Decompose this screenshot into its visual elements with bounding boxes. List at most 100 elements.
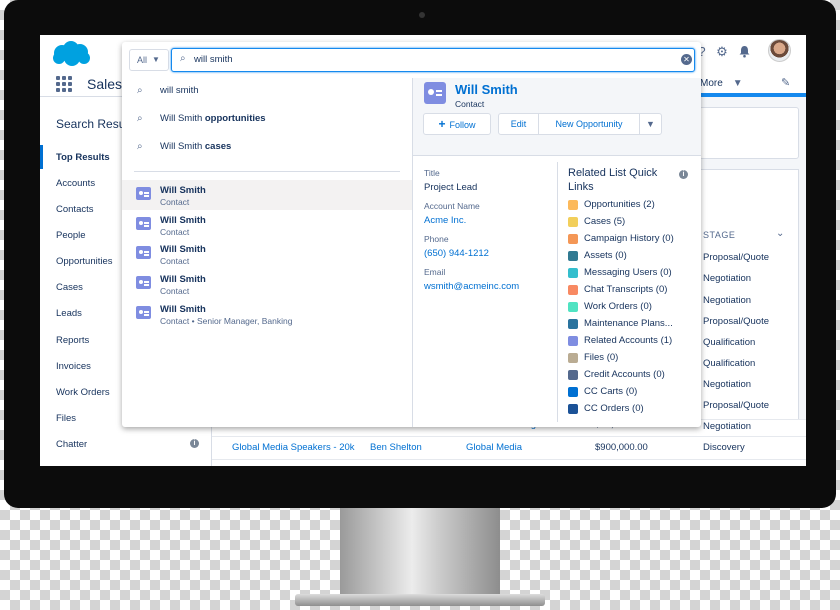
sidebar-item-invoices[interactable]: Invoices xyxy=(56,361,91,372)
clear-search-icon[interactable]: ✕ xyxy=(681,54,692,65)
related-link-label: Work Orders (0) xyxy=(584,301,652,312)
stage-cell: Negotiation xyxy=(703,379,752,390)
stage-cell: Proposal/Quote xyxy=(703,316,770,327)
stage-cell: Negotiation xyxy=(703,273,752,284)
account-link[interactable]: Global Media xyxy=(466,442,522,453)
app-launcher-icon[interactable] xyxy=(56,76,72,92)
nav-more-menu[interactable]: More ▼ xyxy=(700,78,743,89)
related-object-icon xyxy=(568,370,578,380)
chevron-down-icon[interactable]: ⌄ xyxy=(776,228,784,239)
search-icon: ⌕ xyxy=(137,85,143,96)
gear-icon[interactable]: ⚙ xyxy=(715,45,729,59)
record-sub: Contact xyxy=(160,256,190,266)
sidebar-item-chatter[interactable]: Chatter xyxy=(56,439,87,450)
suggestion-text: will smith xyxy=(160,85,199,96)
avatar[interactable] xyxy=(768,39,791,62)
sidebar-item-accounts[interactable]: Accounts xyxy=(56,178,95,189)
screen: Sales ? ⚙ More ▼ ✎ Search Resu Top Result… xyxy=(40,35,806,466)
related-link-label: Opportunities (2) xyxy=(584,199,655,210)
app-name: Sales xyxy=(87,76,123,92)
suggestion-item[interactable]: ⌕ Will Smith opportunities xyxy=(122,106,412,134)
salesforce-cloud-logo[interactable] xyxy=(50,39,92,69)
record-item[interactable]: Will Smith Contact xyxy=(122,239,412,269)
preview-name-link[interactable]: Will Smith xyxy=(455,82,518,97)
owner-link[interactable]: Ben Shelton xyxy=(370,442,422,453)
sidebar-item-top-results[interactable]: Top Results xyxy=(56,152,110,163)
related-object-icon xyxy=(568,319,578,329)
stage-column-header[interactable]: STAGE xyxy=(703,230,735,240)
related-object-icon xyxy=(568,336,578,346)
preview-column-divider xyxy=(557,162,558,422)
record-item[interactable]: Will Smith Contact xyxy=(122,210,412,240)
contact-icon xyxy=(136,246,151,259)
edit-nav-icon[interactable]: ✎ xyxy=(781,76,790,89)
search-input[interactable] xyxy=(194,54,654,65)
related-link-label: Related Accounts (1) xyxy=(584,335,673,346)
related-link-label: CC Orders (0) xyxy=(584,403,644,414)
search-icon: ⌕ xyxy=(180,53,186,64)
related-object-icon xyxy=(568,387,578,397)
contact-icon xyxy=(136,276,151,289)
record-sub: Contact xyxy=(160,286,190,296)
more-actions-dropdown[interactable]: ▼ xyxy=(639,113,662,135)
sidebar-item-cases[interactable]: Cases xyxy=(56,282,83,293)
record-item[interactable]: Will Smith Contact xyxy=(122,180,412,210)
record-preview-pane: Will Smith Contact + Follow Edit New Oppo… xyxy=(413,78,701,427)
search-box[interactable]: ⌕ ✕ xyxy=(171,48,695,72)
record-sub: Contact • Senior Manager, Banking xyxy=(160,316,293,326)
related-link-label: Campaign History (0) xyxy=(584,233,674,244)
search-icon: ⌕ xyxy=(137,113,143,124)
related-link-label: Credit Accounts (0) xyxy=(584,369,665,380)
info-icon[interactable]: i xyxy=(190,439,199,448)
info-icon[interactable]: i xyxy=(679,170,688,179)
sidebar-item-opportunities[interactable]: Opportunities xyxy=(56,256,113,267)
field-label: Email xyxy=(424,267,446,277)
preview-header: Will Smith Contact + Follow Edit New Oppo… xyxy=(413,78,701,156)
related-link-label: Assets (0) xyxy=(584,250,627,261)
sidebar-title: Search Resu xyxy=(56,117,126,131)
stage-cell: Qualification xyxy=(703,337,756,348)
related-link-label: Cases (5) xyxy=(584,216,626,227)
phone-link[interactable]: (650) 944-1212 xyxy=(424,248,489,259)
suggestion-item[interactable]: ⌕ will smith xyxy=(122,78,412,106)
sidebar-item-reports[interactable]: Reports xyxy=(56,335,89,346)
sidebar-item-leads[interactable]: Leads xyxy=(56,308,82,319)
stage-cell: Proposal/Quote xyxy=(703,400,770,411)
chevron-down-icon: ▼ xyxy=(646,119,655,129)
record-item[interactable]: Will Smith Contact • Senior Manager, Ban… xyxy=(122,299,412,329)
related-link-label: Messaging Users (0) xyxy=(584,267,672,278)
related-object-icon xyxy=(568,251,578,261)
suggestion-item[interactable]: ⌕ Will Smith cases xyxy=(122,134,412,162)
sidebar-item-work-orders[interactable]: Work Orders xyxy=(56,387,110,398)
record-sub: Contact xyxy=(160,227,190,237)
opportunity-name-link[interactable]: Global Media Speakers - 20k xyxy=(232,442,355,453)
results-card-table xyxy=(699,169,799,459)
chevron-down-icon: ▼ xyxy=(152,55,160,64)
related-object-icon xyxy=(568,404,578,414)
related-object-icon xyxy=(568,285,578,295)
search-scope-select[interactable]: All xyxy=(129,49,169,71)
record-sub: Contact xyxy=(160,197,190,207)
sidebar-item-files[interactable]: Files xyxy=(56,413,76,424)
stage-cell: Proposal/Quote xyxy=(703,252,770,263)
results-card-top xyxy=(699,107,799,159)
new-opportunity-button[interactable]: New Opportunity xyxy=(538,113,640,135)
record-item[interactable]: Will Smith Contact xyxy=(122,269,412,299)
sidebar-item-contacts[interactable]: Contacts xyxy=(56,204,94,215)
email-link[interactable]: wsmith@acmeinc.com xyxy=(424,281,519,292)
contact-icon xyxy=(136,187,151,200)
follow-button[interactable]: + Follow xyxy=(423,113,491,135)
divider xyxy=(134,171,400,172)
record-name: Will Smith xyxy=(160,244,206,255)
search-suggestions-pane: ⌕ will smith ⌕ Will Smith opportunities … xyxy=(122,78,412,427)
account-name-link[interactable]: Acme Inc. xyxy=(424,215,466,226)
edit-button[interactable]: Edit xyxy=(498,113,539,135)
related-link-label: Files (0) xyxy=(584,352,619,363)
related-link-label: CC Carts (0) xyxy=(584,386,638,397)
monitor-stand xyxy=(340,508,500,600)
sidebar-item-people[interactable]: People xyxy=(56,230,86,241)
chevron-down-icon: ▼ xyxy=(732,78,743,89)
preview-type: Contact xyxy=(455,99,485,109)
contact-icon xyxy=(424,82,446,104)
bell-icon[interactable] xyxy=(737,45,751,59)
